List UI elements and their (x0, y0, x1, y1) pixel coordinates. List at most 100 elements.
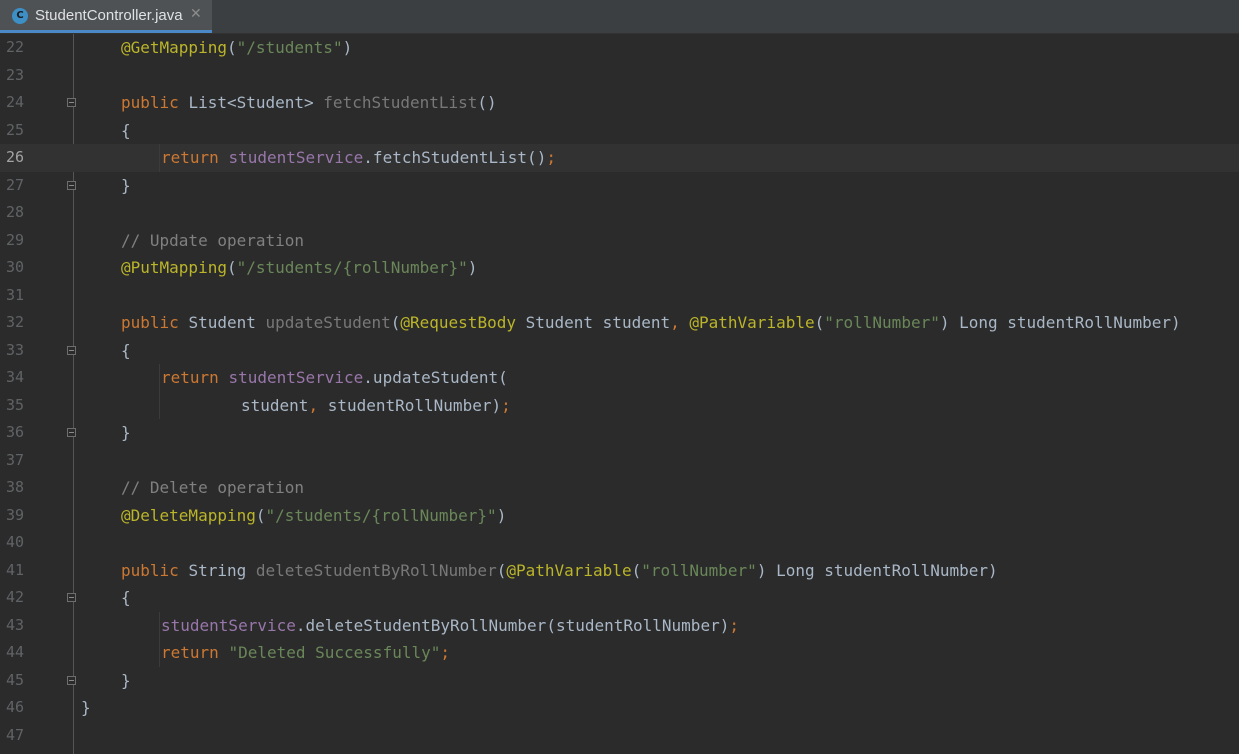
code-line[interactable]: 29 // Update operation (0, 227, 1239, 255)
fold-end-icon[interactable] (67, 675, 76, 685)
code-token: ) (342, 38, 353, 57)
code-text: } (121, 423, 131, 442)
code-token: @GetMapping (121, 38, 227, 57)
tab-filename: StudentController.java (35, 7, 183, 24)
code-line[interactable]: 46} (0, 694, 1239, 722)
code-token: "rollNumber" (641, 560, 757, 580)
line-number: 39 (6, 505, 25, 524)
code-token: ) Long studentRollNumber) (756, 560, 998, 580)
line-number: 34 (6, 368, 25, 386)
code-token: ; (546, 148, 556, 167)
code-text: return "Deleted Successfully"; (161, 643, 450, 662)
code-text: return studentService.updateStudent( (161, 368, 508, 387)
code-line[interactable]: 38 // Delete operation (0, 474, 1239, 502)
line-number: 38 (6, 478, 25, 496)
code-token: return (161, 368, 229, 387)
code-token: return (161, 148, 229, 167)
line-number: 25 (6, 120, 25, 139)
code-line[interactable]: 25 { (0, 117, 1239, 145)
code-token: .deleteStudentByRollNumber(studentRollNu… (295, 615, 730, 635)
code-text: @GetMapping("/students") (121, 38, 352, 57)
code-text: @DeleteMapping("/students/{rollNumber}") (121, 506, 506, 525)
code-token: @RequestBody (400, 313, 526, 332)
code-line[interactable]: 23 (0, 62, 1239, 90)
code-token: // Update operation (121, 230, 305, 250)
code-line[interactable]: 47 (0, 722, 1239, 750)
code-line[interactable]: 32 public Student updateStudent(@RequestB… (0, 309, 1239, 337)
code-line[interactable]: 35 student, studentRollNumber); (0, 391, 1239, 419)
code-token: deleteStudentByRollNumber (255, 560, 497, 580)
code-token: @PutMapping (121, 258, 227, 277)
indent-guide (159, 364, 160, 392)
code-token: "/students/{rollNumber}" (236, 258, 468, 277)
line-number: 27 (6, 175, 25, 194)
indent-guide (159, 611, 160, 639)
code-text: } (121, 176, 131, 195)
code-token: ( (496, 560, 507, 580)
code-line[interactable]: 24 public List<Student> fetchStudentList(… (0, 89, 1239, 117)
fold-collapse-icon[interactable] (67, 345, 76, 355)
code-text: // Update operation (121, 231, 304, 250)
fold-collapse-icon[interactable] (67, 593, 76, 602)
ide-window: C StudentController.java ✕ 22 @GetMapping… (0, 0, 1239, 754)
code-token: , (308, 395, 328, 415)
code-line[interactable]: 43 studentService.deleteStudentByRollNumb… (0, 611, 1239, 639)
code-token: student (241, 395, 309, 415)
line-number: 32 (6, 313, 25, 331)
code-text: } (81, 698, 91, 717)
indent-guide (159, 144, 160, 172)
code-token: ) Long studentRollNumber) (939, 313, 1181, 332)
code-token: , (670, 313, 690, 332)
line-number: 24 (6, 93, 25, 111)
code-line[interactable]: 42 { (0, 584, 1239, 612)
code-token: } (81, 698, 91, 717)
code-token: "Deleted Successfully" (228, 643, 441, 662)
fold-end-icon[interactable] (67, 180, 76, 190)
code-line[interactable]: 39 @DeleteMapping("/students/{rollNumber}… (0, 502, 1239, 530)
code-token: public (121, 560, 189, 580)
code-editor[interactable]: 22 @GetMapping("/students") 23 24 public Lis… (0, 34, 1239, 754)
code-token: } (121, 175, 131, 195)
code-token: ( (255, 505, 266, 525)
code-line[interactable]: 31 (0, 282, 1239, 310)
code-token: public (121, 313, 189, 332)
code-line[interactable]: 33 { (0, 337, 1239, 365)
code-line[interactable]: 36} (0, 419, 1239, 447)
indent-guide (159, 391, 160, 419)
code-line[interactable]: 26 return studentService.fetchStudentList… (0, 144, 1239, 172)
fold-end-icon[interactable] (67, 428, 76, 437)
code-token: ; (501, 395, 511, 415)
code-token: studentService (228, 148, 364, 167)
code-token: studentService (161, 615, 296, 635)
code-text: return studentService.fetchStudentList()… (161, 148, 556, 167)
code-token: ) (496, 505, 507, 525)
code-token: { (121, 340, 131, 360)
code-line[interactable]: 45} (0, 667, 1239, 695)
close-icon[interactable]: ✕ (190, 6, 202, 22)
code-token: Student student (525, 313, 671, 332)
code-line[interactable]: 30 @PutMapping("/students/{rollNumber}") (0, 254, 1239, 282)
code-line[interactable]: 41 public String deleteStudentByRollNumbe… (0, 557, 1239, 585)
code-line[interactable]: 22 @GetMapping("/students") (0, 34, 1239, 62)
code-line[interactable]: 28 (0, 199, 1239, 227)
code-line[interactable]: 34 return studentService.updateStudent( (0, 364, 1239, 392)
editor-tab-student-controller[interactable]: C StudentController.java ✕ (0, 0, 212, 33)
code-token: "rollNumber" (824, 313, 940, 332)
code-line[interactable]: 27} (0, 172, 1239, 200)
code-token: ; (729, 615, 739, 635)
line-number: 43 (6, 615, 25, 634)
code-token: } (121, 670, 131, 690)
line-number: 37 (6, 450, 25, 469)
code-text: { (121, 588, 131, 607)
line-number: 42 (6, 588, 25, 606)
code-token: ) (467, 258, 478, 277)
code-line[interactable]: 44 return "Deleted Successfully"; (0, 639, 1239, 667)
code-token: // Delete operation (121, 478, 305, 497)
code-token: ( (226, 258, 237, 277)
line-number: 23 (6, 65, 25, 84)
java-class-icon: C (12, 8, 28, 24)
fold-collapse-icon[interactable] (67, 98, 76, 107)
code-line[interactable]: 37 (0, 447, 1239, 475)
code-token: studentRollNumber) (327, 395, 502, 415)
code-line[interactable]: 40 (0, 529, 1239, 557)
